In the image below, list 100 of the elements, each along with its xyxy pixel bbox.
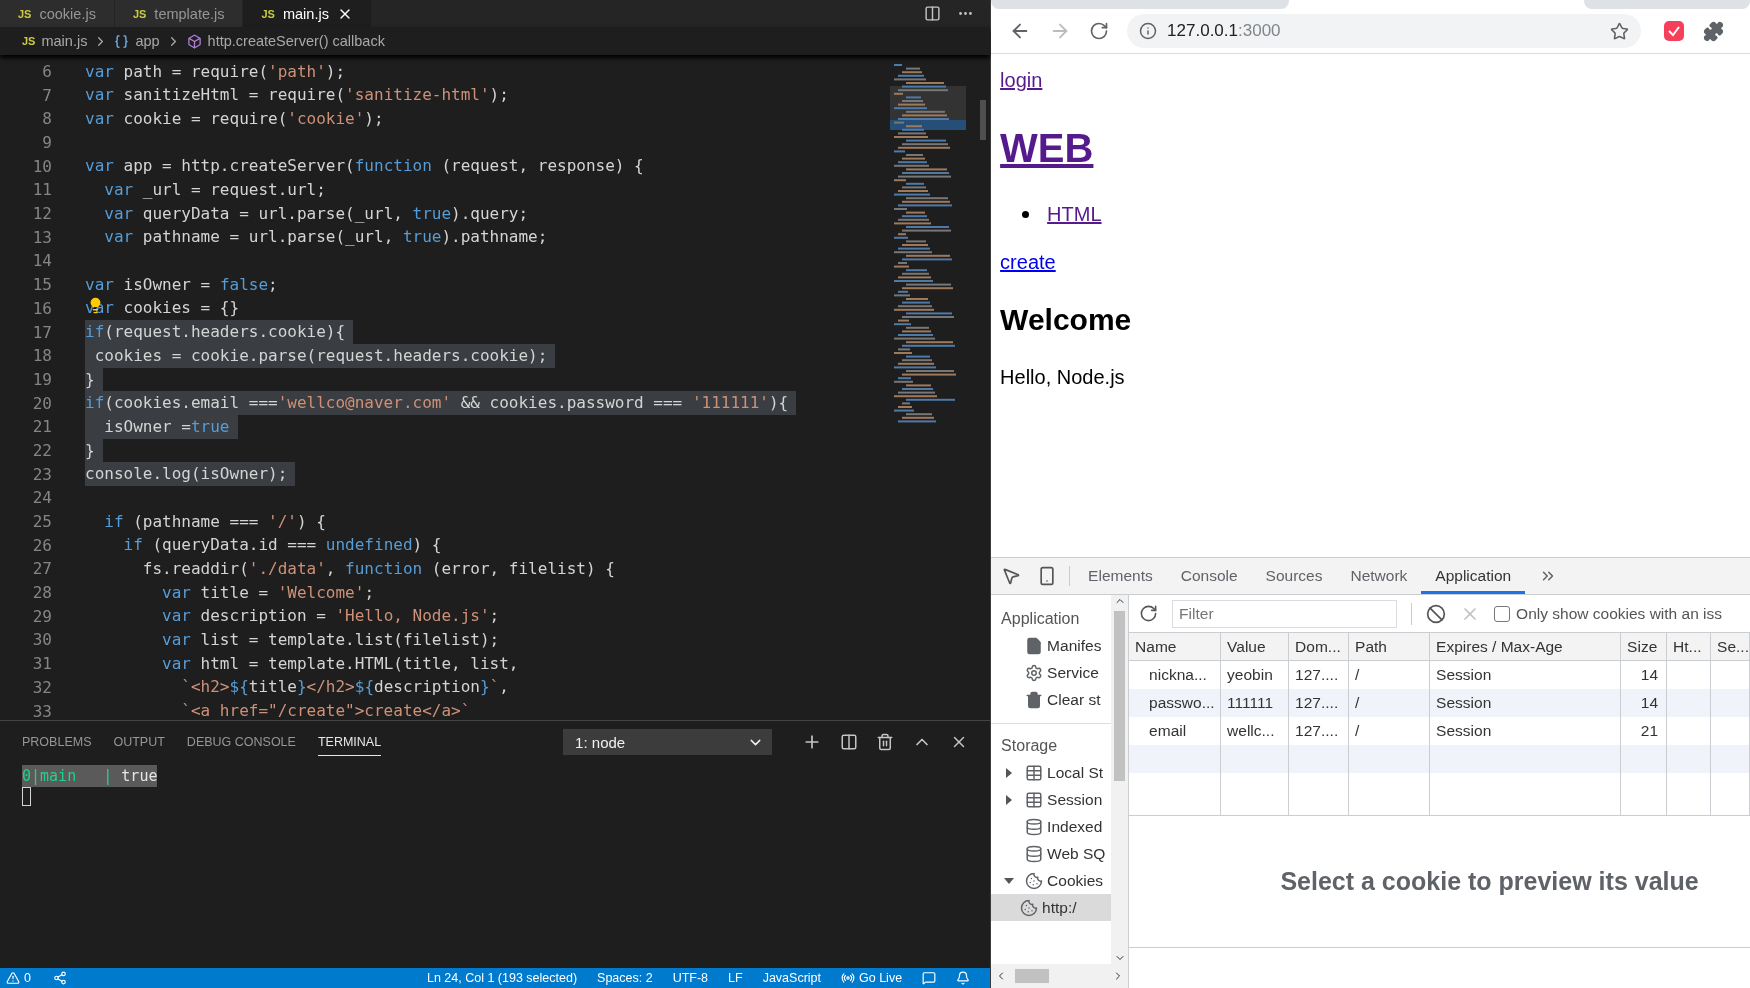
sidebar-item[interactable]: Clear st [991,686,1112,713]
reload-icon[interactable] [1139,604,1159,623]
line-number: 21 [31,417,52,437]
panel-tab[interactable]: TERMINAL [317,728,382,756]
column-header[interactable]: Dom... [1289,633,1350,660]
breadcrumb-item[interactable]: app [114,33,160,49]
gear-icon [1025,663,1044,682]
login-link[interactable]: login [1000,67,1043,93]
scrollbar[interactable] [1114,611,1126,781]
filter-field[interactable]: Filter [1172,599,1398,628]
column-header[interactable]: Expires / Max-Age [1430,633,1622,660]
line-number: 27 [31,559,52,579]
problems-button[interactable]: 0 [6,971,31,985]
sidebar-item[interactable]: Indexed [991,813,1112,840]
star-icon[interactable] [1610,21,1630,41]
code-line: var isOwner = false; [85,273,278,296]
line-number: 19 [31,369,52,389]
chat-icon[interactable] [922,971,937,985]
editor-tab[interactable]: JS cookie.js [0,0,115,27]
split-editor-icon[interactable] [924,5,942,22]
devtools-tab[interactable]: Network [1336,558,1422,594]
sidebar-item[interactable]: Local St [991,759,1112,786]
breadcrumb-item[interactable]: JS main.js [22,33,88,49]
checkbox-label: Only show cookies with an iss [1516,604,1722,623]
line-number: 20 [31,393,52,413]
editor-tab[interactable]: JS template.js [114,0,244,27]
table-row[interactable]: passwo... 111111 127.... / Session 14 [1129,689,1750,717]
column-header[interactable]: Name [1129,633,1222,660]
database-icon [1025,844,1044,863]
line-number: 9 [41,133,52,152]
cube-icon [186,33,202,49]
trash-icon[interactable] [876,733,895,751]
scrollbar[interactable] [1015,969,1050,983]
sidebar-item[interactable]: http:/ [991,894,1112,921]
panel-tab[interactable]: OUTPUT [113,728,165,756]
address-field[interactable]: 127.0.0.1:3000 [1127,14,1642,48]
column-header[interactable]: Path [1349,633,1431,660]
column-header[interactable]: Se... [1711,633,1750,660]
variable-icon [114,33,130,49]
calendar-check-icon[interactable] [1663,20,1686,42]
url-text: 127.0.0.1:3000 [1167,21,1281,41]
devtools-tab[interactable]: Application [1421,558,1526,594]
devtools-tab[interactable]: Sources [1251,558,1337,594]
scrollbar[interactable] [980,99,987,140]
share-icon[interactable] [52,971,67,985]
trash-icon [1025,690,1044,709]
title-link[interactable]: WEB [1000,124,1094,172]
line-number: 25 [31,512,52,531]
go-live-button[interactable]: Go Live [841,971,903,985]
bullet-icon [1022,210,1030,218]
line-number: 30 [31,630,52,650]
devtools-tab[interactable]: Console [1166,558,1252,594]
status-item[interactable]: LF [728,971,743,985]
line-number: 15 [31,275,52,295]
status-item[interactable]: Ln 24, Col 1 (193 selected) [426,971,578,985]
devtools-tab[interactable]: Elements [1074,558,1167,594]
panel-tab[interactable]: PROBLEMS [22,728,92,756]
line-number: 28 [31,583,52,603]
reload-icon[interactable] [1089,21,1110,41]
column-header[interactable]: Value [1221,633,1290,660]
puzzle-icon[interactable] [1703,20,1725,42]
checkbox[interactable] [1494,605,1511,622]
line-number: 8 [41,109,52,129]
block-icon[interactable] [1426,603,1447,624]
inspect-icon[interactable] [1001,566,1022,586]
status-item[interactable]: JavaScript [762,971,821,985]
line-number: 10 [31,156,52,176]
warning-icon [6,971,20,985]
breadcrumb-item[interactable]: http.createServer() callback [186,33,385,49]
line-number: 17 [31,322,52,342]
code-line: var _url = request.url; [103,179,326,202]
code-line: var html = template.HTML(title, list, [161,652,519,675]
cookie-icon [1025,871,1044,890]
code-line: var sanitizeHtml = require('sanitize-html'); [85,84,509,107]
broadcast-icon [841,971,855,985]
info-icon[interactable] [1139,22,1158,40]
line-number: 16 [31,298,52,318]
sidebar-item[interactable]: Cookies [991,867,1112,894]
column-header[interactable]: Size [1621,633,1668,660]
list-link[interactable]: HTML [1047,201,1102,227]
code-line: var queryData = url.parse(_url, true).query; [103,202,529,225]
editor-tab[interactable]: JS main.js [243,0,372,27]
code-line: `<h2>${title}</h2>${description}`, [180,676,509,699]
code-line: var title = 'Welcome'; [161,581,374,604]
column-header[interactable]: Ht... [1667,633,1712,660]
sidebar-item[interactable]: Web SQ [991,840,1112,867]
terminal-select[interactable]: 1: node [563,729,773,755]
cookie-icon [1020,898,1039,917]
line-number: 7 [41,85,52,105]
sidebar-item[interactable]: Service [991,659,1112,686]
panel-tab[interactable]: DEBUG CONSOLE [186,728,296,756]
status-item[interactable]: UTF-8 [672,971,709,985]
status-item[interactable]: Spaces: 2 [597,971,653,985]
line-number: 14 [31,251,52,271]
sidebar-item[interactable]: Manifes [991,632,1112,659]
preview-message: Select a cookie to preview its value [1280,867,1699,896]
split-icon[interactable] [840,733,859,751]
create-link[interactable]: create [1000,249,1056,275]
bell-icon[interactable] [956,971,971,985]
sidebar-item[interactable]: Session [991,786,1112,813]
